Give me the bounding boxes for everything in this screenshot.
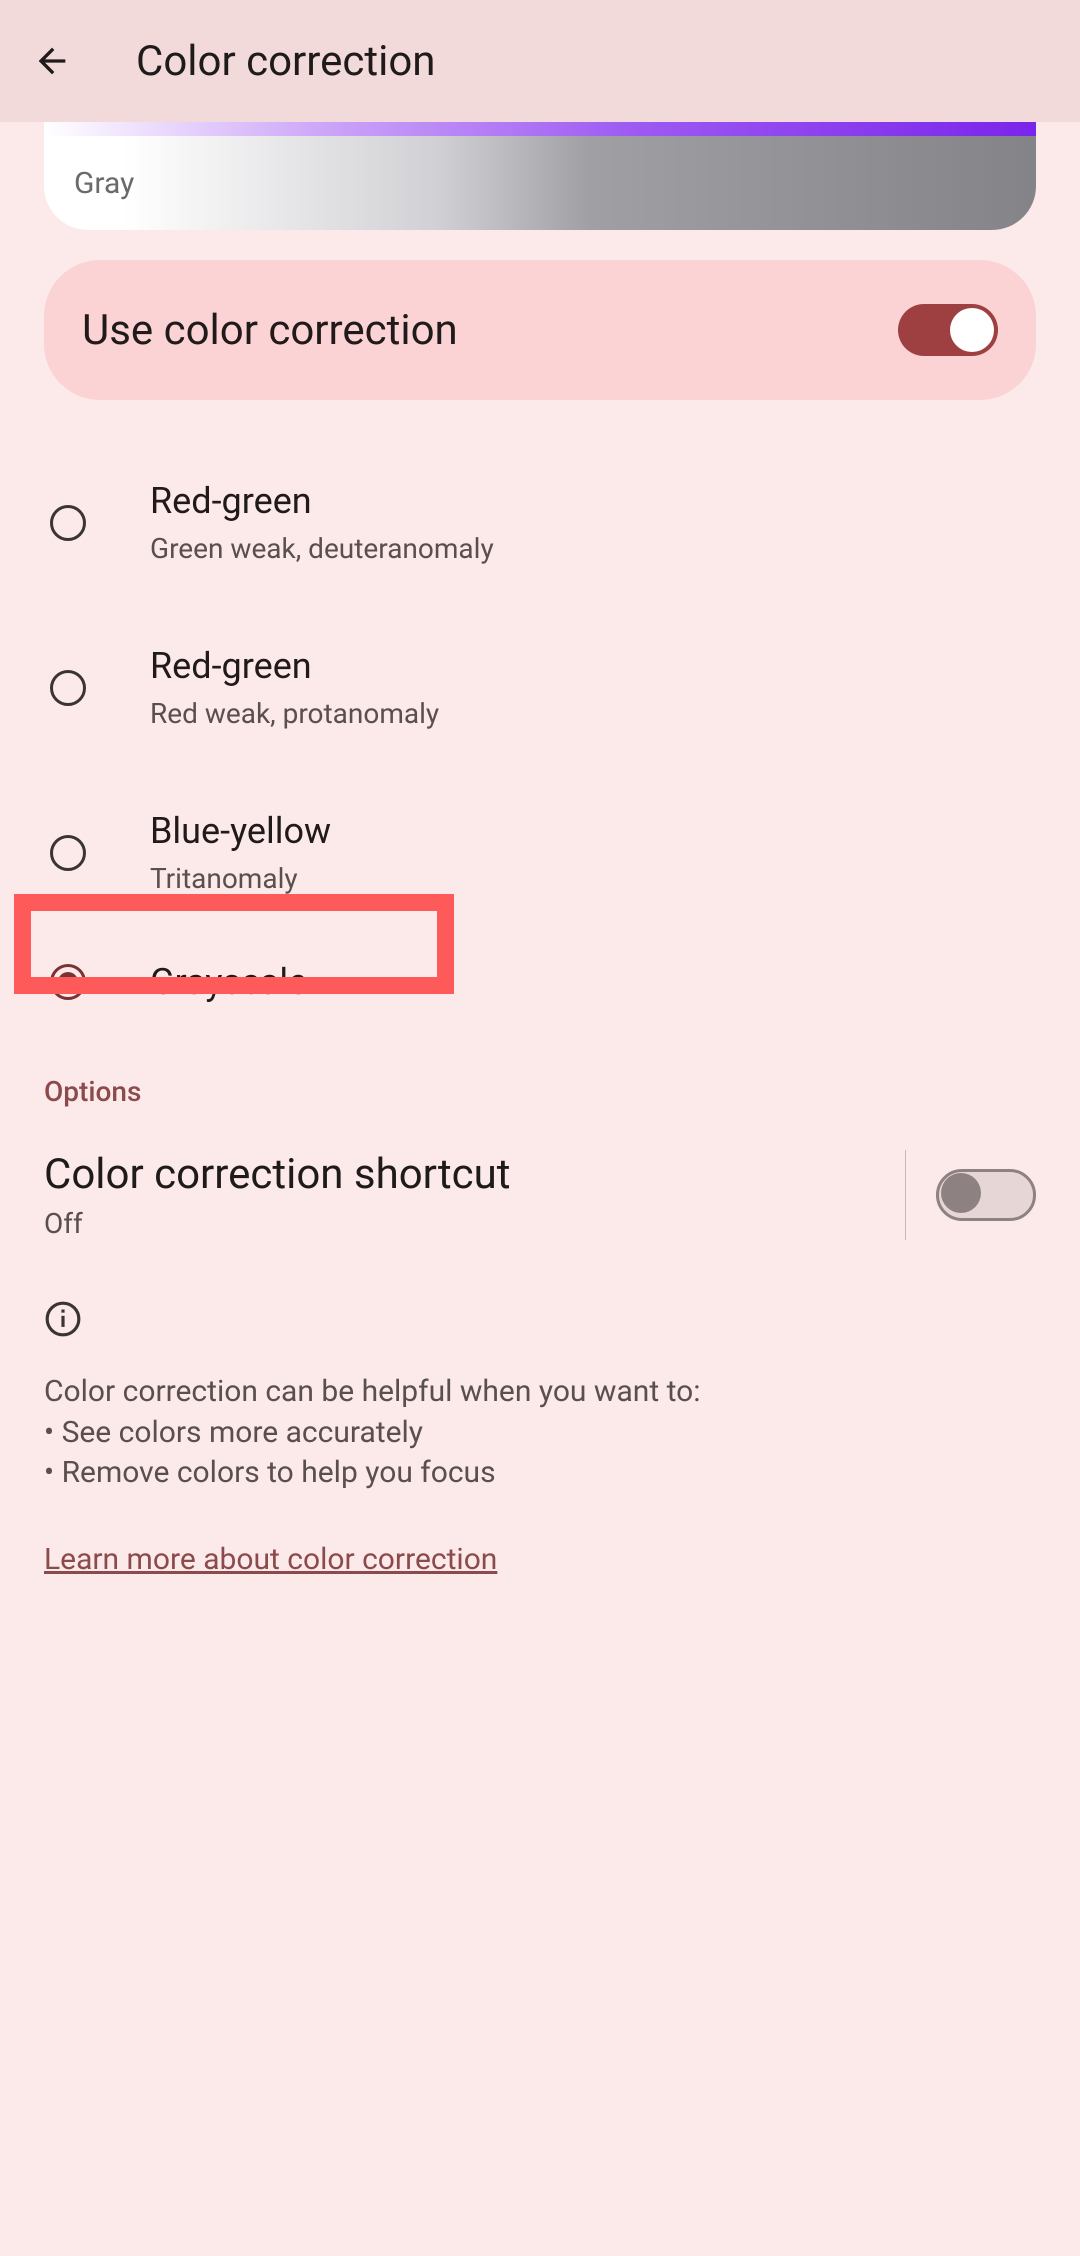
shortcut-title: Color correction shortcut xyxy=(44,1150,875,1199)
radio-title: Red-green xyxy=(150,645,439,687)
use-color-correction-row[interactable]: Use color correction xyxy=(44,260,1036,400)
switch-knob xyxy=(950,308,994,352)
shortcut-row[interactable]: Color correction shortcut Off xyxy=(44,1150,1036,1240)
toggle-label: Use color correction xyxy=(82,306,458,355)
preview-card: Gray xyxy=(44,122,1036,230)
mode-list: Red-green Green weak, deuteranomaly Red-… xyxy=(44,440,1036,1029)
back-icon[interactable] xyxy=(28,37,76,85)
switch-knob xyxy=(941,1173,981,1213)
radio-texts: Blue-yellow Tritanomaly xyxy=(150,810,331,895)
info-line: • See colors more accurately xyxy=(44,1413,1036,1454)
info-icon xyxy=(44,1300,1036,1342)
shortcut-texts: Color correction shortcut Off xyxy=(44,1150,875,1240)
preview-label: Gray xyxy=(74,166,134,201)
radio-title: Grayscale xyxy=(150,961,307,1003)
radio-texts: Red-green Green weak, deuteranomaly xyxy=(150,480,494,565)
radio-title: Blue-yellow xyxy=(150,810,331,852)
radio-sub: Red weak, protanomaly xyxy=(150,697,439,730)
mode-grayscale[interactable]: Grayscale xyxy=(44,935,1036,1029)
radio-inner xyxy=(58,972,78,992)
radio-texts: Red-green Red weak, protanomaly xyxy=(150,645,439,730)
radio-icon xyxy=(50,505,86,541)
learn-more-link[interactable]: Learn more about color correction xyxy=(44,1542,497,1577)
content: Gray Use color correction Red-green Gree… xyxy=(0,122,1080,1577)
radio-sub: Tritanomaly xyxy=(150,862,331,895)
radio-title: Red-green xyxy=(150,480,494,522)
radio-icon xyxy=(50,964,86,1000)
options-header: Options xyxy=(44,1075,1036,1108)
radio-texts: Grayscale xyxy=(150,961,307,1003)
mode-deuteranomaly[interactable]: Red-green Green weak, deuteranomaly xyxy=(44,440,1036,605)
info-line: • Remove colors to help you focus xyxy=(44,1453,1036,1494)
use-color-correction-switch[interactable] xyxy=(898,304,998,356)
mode-protanomaly[interactable]: Red-green Red weak, protanomaly xyxy=(44,605,1036,770)
radio-icon xyxy=(50,835,86,871)
radio-icon xyxy=(50,670,86,706)
info-text: Color correction can be helpful when you… xyxy=(44,1372,1036,1494)
shortcut-sub: Off xyxy=(44,1207,875,1240)
page-title: Color correction xyxy=(136,37,435,86)
mode-tritanomaly[interactable]: Blue-yellow Tritanomaly xyxy=(44,770,1036,935)
shortcut-switch[interactable] xyxy=(936,1169,1036,1221)
radio-sub: Green weak, deuteranomaly xyxy=(150,532,494,565)
app-bar: Color correction xyxy=(0,0,1080,122)
info-line: Color correction can be helpful when you… xyxy=(44,1372,1036,1413)
preview-stripe xyxy=(44,122,1036,136)
divider xyxy=(905,1150,906,1240)
